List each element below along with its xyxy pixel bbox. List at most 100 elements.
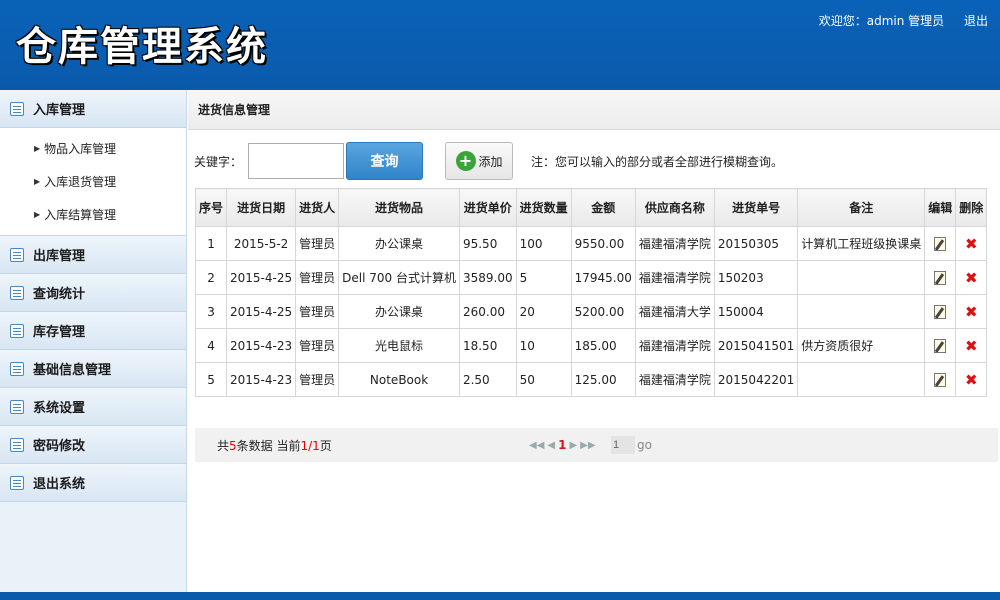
menu-group-label: 入库管理: [33, 103, 86, 118]
column-header: 序号: [194, 188, 228, 227]
cell-item: 办公课桌: [338, 294, 460, 329]
cell-delete: ✖: [955, 226, 988, 261]
caret-right-icon: ▶: [34, 210, 41, 219]
cell-purchaser: 管理员: [295, 362, 340, 397]
cell-quantity: 50: [515, 362, 572, 397]
cell-unit-price: 18.50: [458, 328, 517, 363]
go-button[interactable]: go: [637, 438, 652, 452]
plus-circle-icon: +: [455, 151, 476, 171]
menu-group-label: 密码修改: [33, 439, 86, 454]
add-button[interactable]: + 添加: [445, 142, 514, 180]
edit-icon[interactable]: [934, 236, 947, 251]
submenu-item-item-inbound[interactable]: ▶ 物品入库管理: [0, 132, 186, 165]
delete-x-icon[interactable]: ✖: [965, 235, 978, 253]
app-title: 仓库管理系统: [16, 24, 268, 70]
cell-index: 3: [194, 294, 228, 329]
cell-edit: [924, 294, 957, 329]
submenu-item-inbound-settlement[interactable]: ▶ 入库结算管理: [0, 198, 186, 231]
delete-x-icon[interactable]: ✖: [965, 337, 978, 355]
menu-group-settings[interactable]: 系统设置: [0, 388, 186, 426]
cell-edit: [924, 362, 957, 397]
cell-order-no: 150203: [713, 260, 799, 295]
pager-summary: 共5条数据 当前1/1页: [217, 437, 332, 454]
column-header: 进货单价: [458, 188, 517, 227]
table-header-row: 序号 进货日期 进货人 进货物品 进货单价 进货数量 金额 供应商名称 进货单号…: [194, 188, 988, 227]
column-header: 进货人: [295, 188, 340, 227]
cell-purchaser: 管理员: [295, 260, 340, 295]
cell-delete: ✖: [955, 362, 988, 397]
submenu-item-inbound-return[interactable]: ▶ 入库退货管理: [0, 165, 186, 198]
cell-date: 2015-5-2: [226, 226, 297, 261]
cell-purchaser: 管理员: [295, 328, 340, 363]
cell-order-no: 150004: [713, 294, 799, 329]
cell-index: 5: [194, 362, 228, 397]
list-icon: [10, 361, 24, 376]
cell-amount: 17945.00: [570, 260, 636, 295]
cell-unit-price: 2.50: [458, 362, 517, 397]
edit-icon[interactable]: [934, 270, 947, 285]
last-page-icon[interactable]: ▶▶: [580, 440, 595, 451]
delete-x-icon[interactable]: ✖: [965, 371, 978, 389]
next-page-icon[interactable]: ▶: [569, 440, 577, 451]
pager-goto: go: [611, 436, 652, 454]
cell-amount: 5200.00: [570, 294, 636, 329]
pager-suffix: 页: [319, 438, 332, 453]
cell-supplier: 福建福清大学: [634, 294, 715, 329]
menu-group-basic-info[interactable]: 基础信息管理: [0, 350, 186, 388]
welcome-text: 欢迎您：admin 管理员: [818, 14, 945, 28]
logout-link[interactable]: 退出: [964, 14, 988, 28]
pager-total: 5: [229, 438, 237, 453]
cell-unit-price: 95.50: [458, 226, 517, 261]
keyword-input[interactable]: [248, 143, 345, 179]
cell-item: 办公课桌: [338, 226, 460, 261]
edit-icon[interactable]: [934, 372, 947, 387]
menu-group-label: 系统设置: [33, 401, 86, 416]
menu-group-inbound[interactable]: 入库管理: [0, 90, 186, 128]
list-icon: [10, 285, 24, 300]
cell-edit: [924, 328, 957, 363]
cell-delete: ✖: [955, 260, 988, 295]
column-header: 金额: [570, 188, 636, 227]
cell-purchaser: 管理员: [295, 226, 340, 261]
list-icon: [10, 323, 24, 338]
column-header: 删除: [955, 188, 988, 227]
cell-index: 4: [194, 328, 228, 363]
pager: 共5条数据 当前1/1页 ◀◀ ◀ 1 ▶ ▶▶ go: [195, 428, 998, 462]
menu-group-query-stats[interactable]: 查询统计: [0, 274, 186, 312]
first-page-icon[interactable]: ◀◀: [529, 440, 544, 451]
pager-current: 1/1: [300, 438, 320, 453]
user-area: 欢迎您：admin 管理员 退出: [803, 12, 988, 29]
menu-group-label: 查询统计: [33, 287, 86, 302]
menu-group-exit[interactable]: 退出系统: [0, 464, 186, 502]
list-icon: [10, 399, 24, 414]
page-number[interactable]: 1: [558, 438, 566, 452]
query-button[interactable]: 查询: [346, 142, 424, 180]
edit-icon[interactable]: [934, 338, 947, 353]
column-header: 进货日期: [226, 188, 297, 227]
cell-supplier: 福建福清学院: [634, 260, 715, 295]
cell-index: 2: [194, 260, 228, 295]
column-header: 备注: [797, 188, 926, 227]
list-icon: [10, 475, 24, 490]
list-icon: [10, 247, 24, 262]
menu-group-password[interactable]: 密码修改: [0, 426, 186, 464]
goto-page-input[interactable]: [611, 436, 635, 454]
cell-order-no: 2015042201: [713, 362, 799, 397]
delete-x-icon[interactable]: ✖: [965, 303, 978, 321]
menu-group-inventory[interactable]: 库存管理: [0, 312, 186, 350]
menu-group-outbound[interactable]: 出库管理: [0, 236, 186, 274]
keyword-label: 关键字：: [194, 154, 243, 169]
cell-remark: [797, 260, 926, 295]
cell-date: 2015-4-25: [226, 260, 297, 295]
column-header: 编辑: [924, 188, 957, 227]
edit-icon[interactable]: [934, 304, 947, 319]
delete-x-icon[interactable]: ✖: [965, 269, 978, 287]
menu-group-label: 库存管理: [33, 325, 86, 340]
cell-quantity: 5: [515, 260, 572, 295]
cell-remark: [797, 294, 926, 329]
list-icon: [10, 101, 24, 116]
prev-page-icon[interactable]: ◀: [547, 440, 555, 451]
cell-quantity: 100: [515, 226, 572, 261]
submenu-item-label: 入库退货管理: [44, 175, 117, 189]
header: 仓库管理系统 欢迎您：admin 管理员 退出: [0, 0, 1000, 90]
